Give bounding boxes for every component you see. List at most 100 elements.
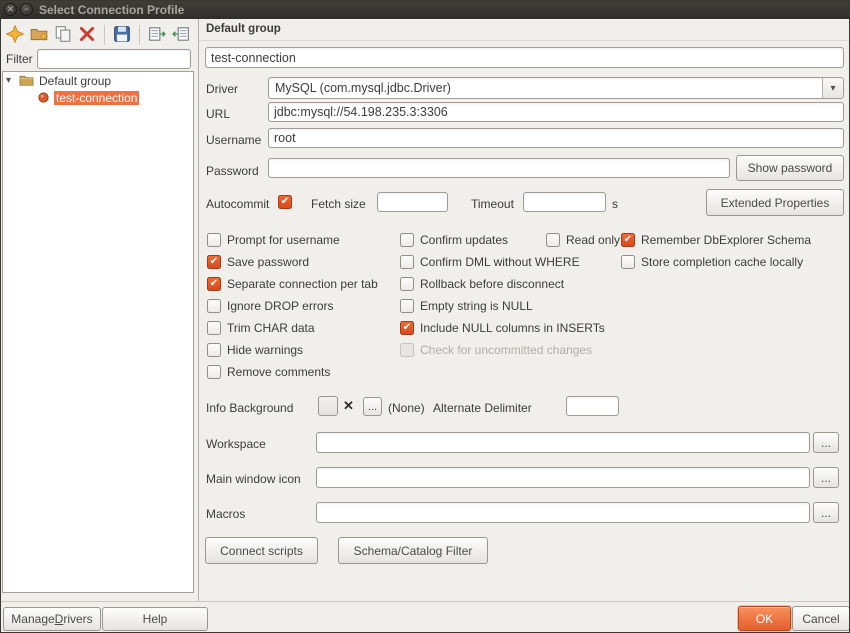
- checkbox-box[interactable]: ✔: [207, 255, 221, 269]
- timeout-unit-label: s: [612, 197, 618, 211]
- info-background-label: Info Background: [206, 401, 293, 415]
- checkbox-ignore-drop-errors[interactable]: ✔Ignore DROP errors: [207, 295, 378, 317]
- checkbox-empty-string-is-null[interactable]: ✔Empty string is NULL: [400, 295, 605, 317]
- window-minimize-button[interactable]: −: [20, 3, 33, 16]
- tree-expander-icon[interactable]: ▾: [6, 76, 16, 86]
- copy-profile-icon: [54, 25, 72, 46]
- close-icon: ✕: [7, 4, 15, 14]
- copy-profile-button[interactable]: [51, 23, 75, 47]
- checkbox-box[interactable]: ✔: [400, 277, 414, 291]
- workspace-browse-button[interactable]: ...: [813, 432, 839, 453]
- checkbox-box[interactable]: ✔: [621, 233, 635, 247]
- paste-profiles-from-clipboard-button[interactable]: [169, 23, 193, 47]
- new-group-button[interactable]: [27, 23, 51, 47]
- manage-drivers-button[interactable]: Manage Drivers: [3, 607, 101, 631]
- checkbox-box: ✔: [400, 343, 414, 357]
- options-column-1: ✔Prompt for username ✔Save password ✔Sep…: [207, 229, 378, 383]
- copy-profiles-to-clipboard-button[interactable]: [145, 23, 169, 47]
- checkbox-box[interactable]: ✔: [400, 255, 414, 269]
- tree-group-row[interactable]: ▾ Default group: [3, 72, 193, 89]
- macros-label: Macros: [206, 507, 245, 521]
- new-group-icon: [30, 25, 48, 46]
- checkbox-trim-char-data[interactable]: ✔Trim CHAR data: [207, 317, 378, 339]
- checkbox-box[interactable]: ✔: [207, 343, 221, 357]
- driver-value: MySQL (com.mysql.jdbc.Driver): [269, 81, 822, 95]
- tree-item-row[interactable]: test-connection: [3, 89, 193, 106]
- checkbox-box[interactable]: ✔: [207, 277, 221, 291]
- filter-label: Filter: [6, 52, 33, 66]
- checkbox-box[interactable]: ✔: [621, 255, 635, 269]
- new-profile-button[interactable]: [3, 23, 27, 47]
- profile-tree[interactable]: ▾ Default group test-connection: [2, 71, 194, 593]
- driver-label: Driver: [206, 82, 238, 96]
- new-profile-icon: [6, 25, 24, 46]
- main-window-icon-browse-button[interactable]: ...: [813, 467, 839, 488]
- save-icon: [113, 25, 131, 46]
- driver-select[interactable]: MySQL (com.mysql.jdbc.Driver) ▾: [268, 77, 844, 99]
- username-input[interactable]: [268, 128, 844, 148]
- url-label: URL: [206, 107, 230, 121]
- checkbox-box[interactable]: ✔: [400, 233, 414, 247]
- timeout-label: Timeout: [471, 197, 514, 211]
- checkbox-read-only[interactable]: ✔Read only: [546, 229, 620, 251]
- checkbox-box[interactable]: ✔: [207, 233, 221, 247]
- folder-icon: [19, 73, 34, 88]
- checkbox-box[interactable]: ✔: [207, 299, 221, 313]
- filter-input[interactable]: [37, 49, 191, 69]
- options-column-3: ✔Read only: [546, 229, 620, 251]
- connect-scripts-button[interactable]: Connect scripts: [205, 537, 318, 564]
- chevron-down-icon[interactable]: ▾: [822, 78, 843, 98]
- info-background-value: (None): [388, 401, 425, 415]
- fetch-size-label: Fetch size: [311, 197, 366, 211]
- checkbox-store-completion-cache-locally[interactable]: ✔Store completion cache locally: [621, 251, 811, 273]
- checkbox-save-password[interactable]: ✔Save password: [207, 251, 378, 273]
- url-input[interactable]: [268, 102, 844, 122]
- workspace-input[interactable]: [316, 432, 810, 453]
- extended-properties-button[interactable]: Extended Properties: [706, 189, 844, 216]
- clear-color-icon[interactable]: ✕: [343, 398, 354, 414]
- schema-catalog-filter-button[interactable]: Schema/Catalog Filter: [338, 537, 488, 564]
- tree-group-label[interactable]: Default group: [37, 74, 113, 88]
- help-button[interactable]: Help: [102, 607, 208, 631]
- save-profiles-button[interactable]: [110, 23, 134, 47]
- tree-item-label[interactable]: test-connection: [54, 91, 139, 105]
- delete-profile-button[interactable]: [75, 23, 99, 47]
- checkbox-remove-comments[interactable]: ✔Remove comments: [207, 361, 378, 383]
- checkbox-remember-dbexplorer-schema[interactable]: ✔Remember DbExplorer Schema: [621, 229, 811, 251]
- profile-name-input[interactable]: [205, 47, 844, 68]
- pick-color-button[interactable]: ...: [363, 397, 382, 416]
- window-close-button[interactable]: ✕: [4, 3, 17, 16]
- alternate-delimiter-label: Alternate Delimiter: [433, 401, 532, 415]
- paste-from-clipboard-icon: [172, 25, 190, 46]
- titlebar[interactable]: ✕ − Select Connection Profile: [1, 1, 849, 19]
- main-window-icon-input[interactable]: [316, 467, 810, 488]
- password-input[interactable]: [268, 158, 730, 178]
- profile-icon: [36, 90, 51, 105]
- toolbar-separator: [104, 25, 105, 45]
- alternate-delimiter-input[interactable]: [566, 396, 619, 416]
- checkbox-hide-warnings[interactable]: ✔Hide warnings: [207, 339, 378, 361]
- checkbox-include-null-columns-in-inserts[interactable]: ✔Include NULL columns in INSERTs: [400, 317, 605, 339]
- checkbox-rollback-before-disconnect[interactable]: ✔Rollback before disconnect: [400, 273, 605, 295]
- timeout-input[interactable]: [523, 192, 606, 212]
- macros-input[interactable]: [316, 502, 810, 523]
- splitter[interactable]: [198, 19, 199, 601]
- macros-browse-button[interactable]: ...: [813, 502, 839, 523]
- copy-to-clipboard-icon: [148, 25, 166, 46]
- checkbox-box[interactable]: ✔: [546, 233, 560, 247]
- checkbox-confirm-dml-without-where[interactable]: ✔Confirm DML without WHERE: [400, 251, 605, 273]
- checkbox-box[interactable]: ✔: [400, 321, 414, 335]
- options-column-4: ✔Remember DbExplorer Schema ✔Store compl…: [621, 229, 811, 273]
- ok-button[interactable]: OK: [738, 606, 791, 631]
- checkbox-box[interactable]: ✔: [207, 321, 221, 335]
- cancel-button[interactable]: Cancel: [792, 606, 850, 631]
- show-password-button[interactable]: Show password: [736, 155, 844, 181]
- checkbox-box[interactable]: ✔: [207, 365, 221, 379]
- info-background-swatch[interactable]: [318, 396, 338, 416]
- checkbox-box[interactable]: ✔: [400, 299, 414, 313]
- autocommit-checkbox[interactable]: ✔: [278, 195, 292, 209]
- delete-icon: [78, 25, 96, 46]
- checkbox-separate-connection-per-tab[interactable]: ✔Separate connection per tab: [207, 273, 378, 295]
- fetch-size-input[interactable]: [377, 192, 448, 212]
- checkbox-prompt-for-username[interactable]: ✔Prompt for username: [207, 229, 378, 251]
